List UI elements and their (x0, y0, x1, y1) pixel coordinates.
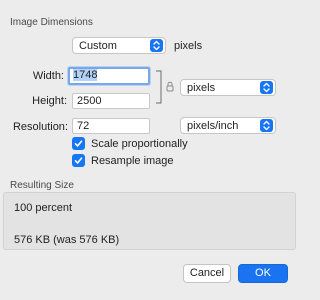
size-unit-popup[interactable]: pixels (180, 79, 276, 96)
fit-into-popup[interactable]: Custom (72, 37, 166, 54)
cancel-button[interactable]: Cancel (183, 264, 231, 283)
checkmark-icon (72, 154, 85, 167)
resolution-unit-value: pixels/inch (187, 120, 239, 132)
fit-into-unit: pixels (174, 40, 203, 52)
checkmark-icon (72, 137, 85, 150)
resolution-value: 72 (77, 120, 90, 132)
width-field[interactable]: 1748 (68, 67, 150, 85)
scale-proportionally-checkbox[interactable]: Scale proportionally (72, 137, 188, 150)
fit-into-value: Custom (79, 40, 117, 52)
width-label: Width: (32, 70, 64, 82)
image-dimensions-title: Image Dimensions (10, 17, 93, 28)
chevron-updown-icon (260, 119, 273, 132)
resulting-size-title: Resulting Size (10, 180, 74, 191)
height-value: 2500 (77, 95, 102, 107)
height-field[interactable]: 2500 (72, 93, 150, 109)
resample-image-label: Resample image (91, 154, 174, 167)
resample-image-checkbox[interactable]: Resample image (72, 154, 174, 167)
resolution-field[interactable]: 72 (72, 118, 150, 134)
resulting-percent: 100 percent (14, 202, 73, 214)
chevron-updown-icon (260, 81, 273, 94)
resolution-label: Resolution: (12, 121, 68, 133)
lock-icon[interactable] (166, 81, 174, 92)
height-label: Height: (32, 95, 67, 107)
size-unit-value: pixels (187, 82, 216, 94)
width-value: 1748 (73, 69, 98, 81)
resolution-unit-popup[interactable]: pixels/inch (180, 117, 276, 134)
chevron-updown-icon (150, 39, 163, 52)
resulting-file-size: 576 KB (was 576 KB) (14, 234, 120, 246)
scale-proportionally-label: Scale proportionally (91, 137, 188, 150)
ok-button[interactable]: OK (238, 264, 288, 283)
